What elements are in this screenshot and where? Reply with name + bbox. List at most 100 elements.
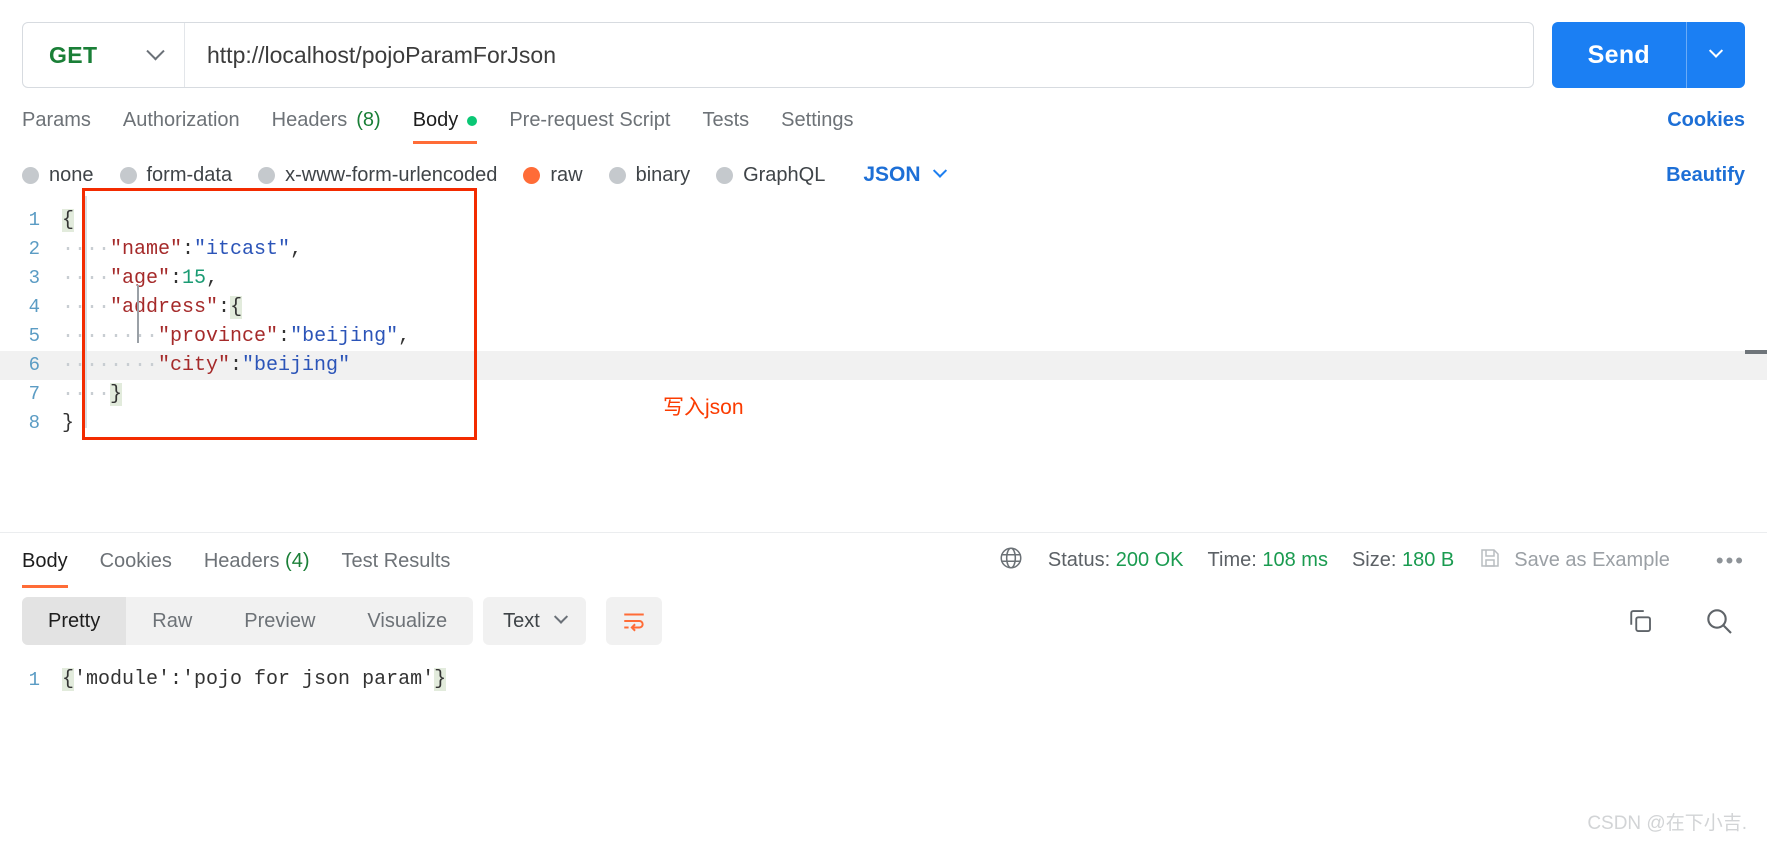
chevron-down-icon [1708, 43, 1724, 58]
status-badge: Status: 200 OK [1048, 549, 1184, 572]
tab-pre-request-script[interactable]: Pre-request Script [493, 109, 686, 144]
response-toolbar: Pretty Raw Preview Visualize Text [0, 588, 1767, 654]
view-mode-label: Visualize [367, 609, 448, 632]
tab-label: Pre-request Script [509, 109, 671, 131]
status-label: Status: [1047, 549, 1111, 571]
response-tab-body[interactable]: Body [22, 534, 84, 588]
save-as-example-button[interactable]: Save as Example [1478, 546, 1670, 576]
body-type-label: x-www-form-urlencoded [285, 163, 498, 186]
tab-label: Test Results [341, 549, 451, 572]
view-mode-pretty[interactable]: Pretty [22, 597, 127, 645]
response-more-menu-button[interactable]: ••• [1716, 548, 1745, 574]
body-type-raw[interactable]: raw [523, 164, 583, 187]
code-content: ····"name":"itcast", [62, 238, 303, 261]
request-tabs: Params Authorization Headers (8) Body Pr… [0, 92, 1767, 144]
size-label: Size: [1351, 549, 1397, 571]
save-as-example-label: Save as Example [1514, 549, 1670, 571]
tab-settings[interactable]: Settings [765, 109, 869, 144]
view-mode-preview[interactable]: Preview [218, 597, 341, 645]
line-number: 1 [28, 669, 40, 691]
body-type-graphql[interactable]: GraphQL [716, 164, 825, 187]
body-type-form-data[interactable]: form-data [119, 163, 233, 187]
body-type-none[interactable]: none [22, 164, 94, 187]
raw-format-selector[interactable]: JSON [863, 163, 947, 187]
indent-guide [85, 196, 87, 428]
size-value: 180 B [1401, 549, 1455, 571]
response-headers-count: (4) [285, 549, 310, 572]
tab-body[interactable]: Body [397, 109, 494, 144]
code-line[interactable]: 2 ····"name":"itcast", [0, 235, 1767, 264]
code-line[interactable]: 5 ········"province":"beijing", [0, 322, 1767, 351]
tab-label: Body [412, 109, 459, 131]
request-body-editor[interactable]: 1 { 2 ····"name":"itcast", 3 ····"age":1… [0, 188, 1767, 532]
code-content: ········"province":"beijing", [62, 325, 411, 348]
response-body-text: {'module':'pojo for json param'} [62, 668, 447, 691]
chevron-down-icon [932, 163, 947, 178]
code-line[interactable]: 7 ····} [0, 380, 1767, 409]
response-content-type-selector[interactable]: Text [483, 597, 586, 645]
search-response-button[interactable] [1703, 605, 1735, 637]
tab-authorization[interactable]: Authorization [107, 109, 256, 144]
code-line[interactable]: 4 ····"address":{ [0, 293, 1767, 322]
body-indicator-dot-icon [467, 115, 478, 126]
tab-params[interactable]: Params [22, 109, 107, 144]
code-line[interactable]: 6 ········"city":"beijing" [0, 351, 1767, 380]
code-line[interactable]: 8 } [0, 409, 1767, 438]
view-mode-raw[interactable]: Raw [126, 597, 218, 645]
radio-icon [119, 166, 137, 184]
body-type-label: form-data [146, 163, 233, 186]
size-badge: Size: 180 B [1352, 549, 1454, 572]
tab-headers[interactable]: Headers (8) [256, 109, 397, 144]
body-type-label: none [49, 163, 94, 186]
tab-tests[interactable]: Tests [686, 109, 765, 144]
response-tab-test-results[interactable]: Test Results [325, 534, 466, 588]
code-line[interactable]: 1 { [0, 206, 1767, 235]
radio-icon [608, 166, 626, 184]
radio-icon [258, 166, 276, 184]
cookies-link[interactable]: Cookies [1651, 109, 1745, 144]
response-body-viewer[interactable]: 1 {'module':'pojo for json param'} [0, 654, 1767, 696]
headers-count: (8) [356, 109, 381, 131]
time-label: Time: [1207, 549, 1257, 571]
status-value: 200 OK [1115, 549, 1184, 571]
http-method-selector[interactable]: GET [23, 23, 185, 87]
send-button-label: Send [1587, 40, 1650, 69]
body-type-binary[interactable]: binary [608, 164, 690, 187]
copy-response-button[interactable] [1625, 606, 1655, 636]
code-editor[interactable]: 1 { 2 ····"name":"itcast", 3 ····"age":1… [0, 206, 1767, 438]
line-number: 5 [28, 325, 40, 347]
line-number: 1 [28, 209, 40, 231]
response-tab-cookies[interactable]: Cookies [84, 534, 188, 588]
code-line[interactable]: 3 ····"age":15, [0, 264, 1767, 293]
response-tabs-bar: Body Cookies Headers (4) Test Results St… [0, 532, 1767, 588]
line-number: 4 [28, 296, 40, 318]
annotation-text: 写入json [663, 396, 744, 419]
indent-guide [137, 285, 139, 343]
tab-label: Settings [781, 109, 854, 131]
view-mode-visualize[interactable]: Visualize [341, 597, 473, 645]
tab-label: Tests [702, 109, 750, 131]
code-content: ····} [62, 383, 123, 406]
globe-icon [998, 545, 1024, 577]
send-options-button[interactable] [1687, 43, 1745, 60]
beautify-button[interactable]: Beautify [1666, 164, 1745, 187]
response-tab-headers[interactable]: Headers (4) [188, 534, 326, 588]
view-mode-label: Pretty [48, 609, 101, 632]
code-content: ····"address":{ [62, 296, 243, 319]
url-input[interactable] [185, 41, 1533, 69]
send-button[interactable]: Send [1551, 22, 1745, 88]
view-mode-label: Raw [152, 609, 193, 632]
radio-icon [716, 166, 734, 184]
line-number: 6 [28, 354, 40, 376]
tab-label: Headers [271, 109, 348, 131]
word-wrap-toggle[interactable] [605, 597, 662, 645]
line-number: 2 [28, 238, 40, 260]
body-type-x-www-form-urlencoded[interactable]: x-www-form-urlencoded [258, 164, 497, 187]
scrollbar-thumb[interactable] [1745, 350, 1767, 354]
raw-format-label: JSON [863, 163, 921, 186]
view-mode-label: Preview [244, 609, 316, 632]
content-type-label: Text [503, 609, 540, 632]
cookies-link-label: Cookies [1667, 109, 1745, 131]
radio-selected-icon [523, 166, 541, 184]
chevron-down-icon [553, 609, 568, 624]
